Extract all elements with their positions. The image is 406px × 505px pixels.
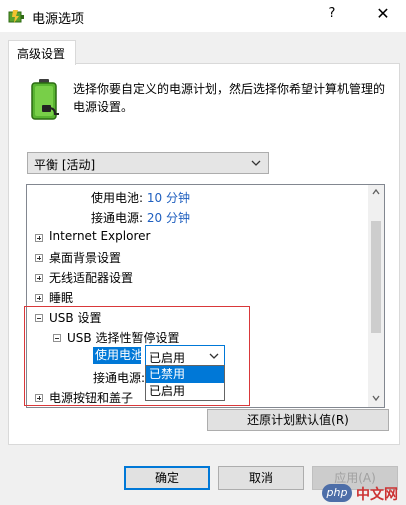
power-plan-select[interactable]: 平衡 [活动] (27, 152, 269, 174)
tree-item-plugged-in-usb[interactable]: 接通电源: (93, 369, 145, 386)
expand-icon[interactable] (35, 394, 43, 402)
tree-item-desktop-background[interactable]: 桌面背景设置 (49, 249, 121, 266)
expand-icon[interactable] (35, 294, 43, 302)
settings-tree[interactable]: 使用电池: 10 分钟 接通电源: 20 分钟 Internet Explore… (26, 184, 385, 408)
tree-item-sleep[interactable]: 睡眠 (49, 289, 73, 306)
title-bar: 电源选项 ? ✕ (0, 0, 406, 32)
option-disabled[interactable]: 已禁用 (146, 366, 224, 383)
usb-suspend-combo[interactable]: 已启用 (145, 345, 225, 366)
chevron-down-icon (251, 160, 261, 166)
setting-value[interactable]: 10 分钟 (147, 191, 190, 205)
collapse-icon[interactable] (53, 334, 61, 342)
advanced-settings-panel: 选择你要自定义的电源计划，然后选择你希望计算机管理的电源设置。 平衡 [活动] … (8, 63, 400, 445)
on-battery-label-selected[interactable]: 使用电池: (93, 347, 141, 364)
expand-icon[interactable] (35, 254, 43, 262)
tree-item-usb-selective-suspend[interactable]: USB 选择性暂停设置 (67, 329, 179, 346)
tree-item-on-battery[interactable]: 使用电池: 10 分钟 (91, 189, 190, 206)
expand-icon[interactable] (35, 234, 43, 242)
watermark-text: 中文网 (356, 487, 398, 503)
setting-label: 接通电源: (91, 211, 144, 225)
restore-defaults-button[interactable]: 还原计划默认值(R) (207, 409, 389, 431)
combo-value: 已启用 (149, 351, 186, 365)
power-plan-value: 平衡 [活动] (34, 158, 96, 172)
power-options-icon (8, 10, 24, 23)
tree-item-wireless-adapter[interactable]: 无线适配器设置 (49, 269, 133, 286)
tree-item-internet-explorer[interactable]: Internet Explorer (49, 229, 150, 243)
vertical-scrollbar[interactable] (368, 185, 384, 407)
setting-label: 使用电池: (91, 191, 144, 205)
scroll-down-icon[interactable] (371, 393, 381, 403)
collapse-icon[interactable] (35, 314, 43, 322)
window-title: 电源选项 (32, 12, 85, 27)
tree-item-usb-settings[interactable]: USB 设置 (49, 309, 101, 326)
site-watermark: php 中文网 (322, 484, 402, 503)
scroll-up-icon[interactable] (371, 187, 381, 197)
chevron-down-icon (209, 353, 219, 359)
battery-plug-icon (31, 79, 59, 120)
tab-label: 高级设置 (17, 47, 66, 61)
tab-advanced-settings[interactable]: 高级设置 (8, 40, 76, 65)
cancel-button[interactable]: 取消 (218, 466, 304, 490)
help-button[interactable]: ? (322, 6, 342, 26)
tree-item-plugged-in[interactable]: 接通电源: 20 分钟 (91, 209, 190, 226)
tree-item-power-buttons-lid[interactable]: 电源按钮和盖子 (49, 389, 133, 406)
ok-button[interactable]: 确定 (124, 466, 210, 490)
combo-dropdown-list: 已禁用 已启用 (145, 365, 225, 401)
intro-text: 选择你要自定义的电源计划，然后选择你希望计算机管理的电源设置。 (73, 82, 386, 114)
scrollbar-thumb[interactable] (371, 221, 381, 333)
close-button[interactable]: ✕ (372, 4, 394, 26)
setting-value[interactable]: 20 分钟 (147, 211, 190, 225)
option-enabled[interactable]: 已启用 (146, 383, 224, 400)
expand-icon[interactable] (35, 274, 43, 282)
watermark-logo: php (322, 484, 352, 502)
